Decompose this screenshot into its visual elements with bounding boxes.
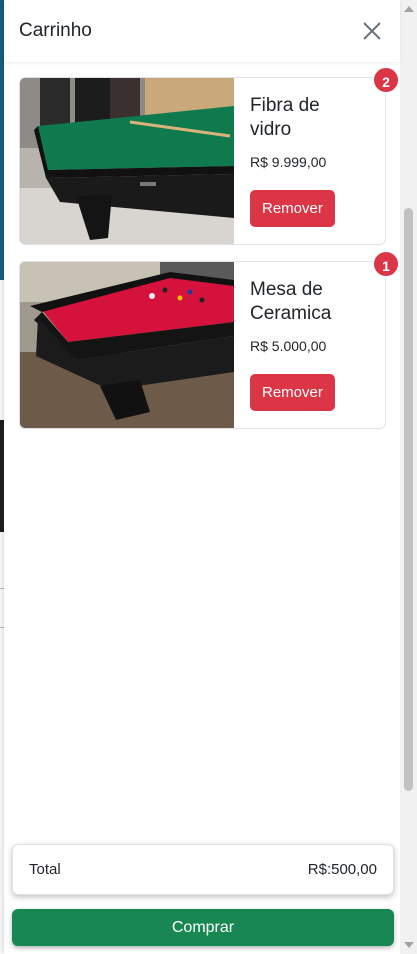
remove-button[interactable]: Remover [250,190,335,227]
cart-body: Fibra de vidro R$ 9.999,00 Remover 2 Mes… [4,62,400,840]
cart-offcanvas: Carrinho Fibra de vidro R$ 9.999,00 Remo… [4,0,417,954]
buy-button[interactable]: Comprar [12,909,394,946]
scrollbar[interactable] [400,0,417,954]
product-name: Fibra de vidro [250,95,320,140]
cart-title: Carrinho [19,20,92,41]
cart-header: Carrinho [4,0,400,62]
scroll-down-arrow-icon[interactable] [404,942,414,948]
scrollbar-thumb[interactable] [404,208,413,791]
cart-item: Fibra de vidro R$ 9.999,00 Remover 2 [19,66,400,245]
cart-item: Mesa de Ceramica R$ 5.000,00 Remover 1 [19,250,400,429]
product-name: Mesa de Ceramica [250,279,332,324]
close-icon [363,22,381,40]
total-value: R$:500,00 [307,861,377,878]
cart-item-info: Mesa de Ceramica R$ 5.000,00 Remover [234,262,350,428]
product-image [20,262,234,428]
cart-item-info: Fibra de vidro R$ 9.999,00 Remover [234,78,350,244]
remove-button[interactable]: Remover [250,374,335,411]
total-label: Total [29,861,61,878]
product-price: R$ 5.000,00 [250,338,327,354]
cart-total: Total R$:500,00 [12,844,394,895]
product-image [20,78,234,244]
quantity-badge: 2 [372,66,400,94]
product-price: R$ 9.999,00 [250,154,327,170]
quantity-badge: 1 [372,250,400,278]
close-button[interactable] [360,19,384,43]
scroll-up-arrow-icon[interactable] [404,6,414,12]
